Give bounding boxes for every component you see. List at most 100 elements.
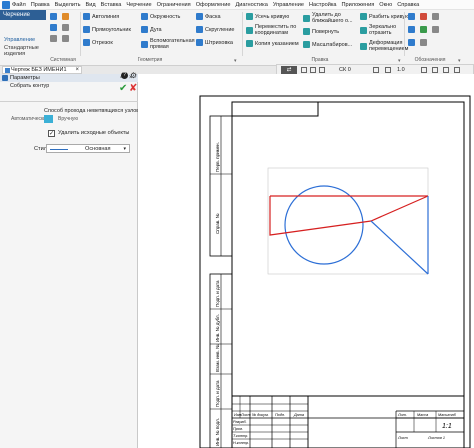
remove-near-button[interactable]: Удалить до ближайшего о... [303,12,361,24]
gear-icon[interactable]: ⚙ [130,71,137,80]
break-curve-icon [360,13,367,20]
menu-view[interactable]: Вид [85,1,95,9]
help-icon[interactable]: ? [121,72,128,79]
fillet-icon [196,26,203,33]
roughness-button[interactable] [432,13,439,20]
menu-diagnostics[interactable]: Диагностика [235,1,267,9]
fillet-button[interactable]: Скругление [196,26,234,33]
circle-icon [141,13,148,20]
hatch-label: Штриховка [205,39,233,46]
dimension-button[interactable] [408,13,415,20]
grid-icon[interactable] [301,67,307,73]
segment-button[interactable]: Отрезок [83,39,113,46]
delete-source-checkbox[interactable]: ✓ [48,130,55,137]
tolerance-button[interactable] [420,26,427,33]
deform-move-button[interactable]: Деформация перемещением [360,40,410,52]
parameters-panel: Параметры ▫ × Собрать контур ? ⚙ ✔ ✘ Спо… [0,71,140,448]
deform-icon [360,42,367,50]
ribbon-tab-standard-parts[interactable]: Стандартные изделия [0,45,46,57]
menu-management[interactable]: Управление [273,1,304,9]
rotate-button[interactable]: Повернуть [303,28,339,35]
copy-shown-label: Копия указанием [255,40,299,47]
line-style-preview [50,149,68,150]
chevron-down-icon[interactable]: ▾ [234,58,237,64]
menu-help[interactable]: Справка [397,1,419,9]
copy-shown-button[interactable]: Копия указанием [246,40,302,47]
leader-button[interactable] [408,26,415,33]
base-button[interactable] [432,26,439,33]
tb-tkontr: Т.контр. [233,434,248,438]
menu-insert[interactable]: Вставка [101,1,122,9]
close-icon[interactable]: × [75,67,79,74]
arc-button[interactable]: Дуга [141,26,162,33]
document-tab[interactable]: Чертеж БЕЗ ИМЕНИ1 × [2,66,82,74]
copy-button[interactable] [62,35,69,42]
new-doc-button[interactable] [50,13,57,20]
menu-formatting[interactable]: Оформление [196,1,231,9]
tb-sign: Подп. [275,413,285,417]
section-title: Способ прохода неветвящихся узлов [44,108,140,114]
style-select[interactable]: Основная ▾ [46,144,130,153]
hatch-button[interactable]: Штриховка [196,39,233,46]
cut-button[interactable] [50,35,57,42]
aux-line-button[interactable]: Вспомогательная прямая [141,38,195,50]
remove-near-label: Удалить до ближайшего о... [312,12,353,24]
delete-source-label: Удалить исходные объекты [58,130,130,136]
menu-window[interactable]: Окно [379,1,392,9]
group-geometry-label: Геометрия [137,57,163,63]
scale-button[interactable]: Масштабиров... [303,41,352,48]
save-button[interactable] [50,24,57,31]
pan-icon[interactable] [454,67,460,73]
panel-title: Параметры [10,75,40,81]
menu-constraints[interactable]: Ограничения [157,1,191,9]
rectangle-button[interactable]: Прямоугольник [83,26,131,33]
leader-icon [408,26,415,33]
menu-select[interactable]: Выделить [55,1,81,9]
cs-select[interactable]: СК 0 [339,66,367,74]
symbol-button[interactable] [420,39,427,46]
menu-edit[interactable]: Правка [31,1,50,9]
mode-toggle[interactable] [44,115,53,123]
table-button[interactable] [408,39,415,46]
layers-icon[interactable] [319,67,325,73]
ribbon-tab-drawing[interactable]: Черчение [0,10,46,20]
tb-doc: № докум. [252,413,269,417]
style-value: Основная [85,146,111,152]
open-button[interactable] [62,13,69,20]
command-header: Собрать контур [0,82,138,100]
app-logo-icon[interactable] [2,1,10,9]
mode-auto-option[interactable]: Автоматически [8,115,46,123]
zoom-out-icon[interactable] [432,67,438,73]
ortho-icon[interactable] [310,67,316,73]
menu-drawing[interactable]: Черчение [126,1,151,9]
mode-manual-option[interactable]: Вручную [55,115,85,123]
menu-apps[interactable]: Приложения [342,1,375,9]
scissors-icon [50,35,57,42]
chamfer-button[interactable]: Фаска [196,13,221,20]
snap-toggle-button[interactable]: ⇄ [281,66,297,74]
ribbon-tab-management[interactable]: Управление [0,36,46,45]
cancel-button[interactable]: ✘ [129,84,137,94]
break-curve-button[interactable]: Разбить кривую [360,13,409,20]
circle-button[interactable]: Окружность [141,13,180,20]
sheet-icon[interactable] [385,67,391,73]
measure-icon[interactable] [373,67,379,73]
text-icon [420,13,427,20]
menu-file[interactable]: Файл [12,1,26,9]
text-button[interactable] [420,13,427,20]
copy-icon [62,35,69,42]
drawing-sheet[interactable]: Перв. примен. Справ. № Подп. и дата Инв.… [138,74,474,448]
autoline-button[interactable]: Автолиния [83,13,119,20]
print-icon [62,24,69,31]
ribbon-separator [404,12,405,56]
zoom-field[interactable]: 1.0 [397,66,413,74]
zoom-in-icon[interactable] [421,67,427,73]
zoom-fit-icon[interactable] [443,67,449,73]
move-coords-button[interactable]: Переместить по координатам [246,24,302,36]
trim-button[interactable]: Усечь кривую [246,13,289,20]
menu-settings[interactable]: Настройка [309,1,337,9]
ribbon-separator [80,12,81,56]
mirror-button[interactable]: Зеркально отразить [360,24,406,36]
confirm-button[interactable]: ✔ [119,84,127,94]
print-button[interactable] [62,24,69,31]
